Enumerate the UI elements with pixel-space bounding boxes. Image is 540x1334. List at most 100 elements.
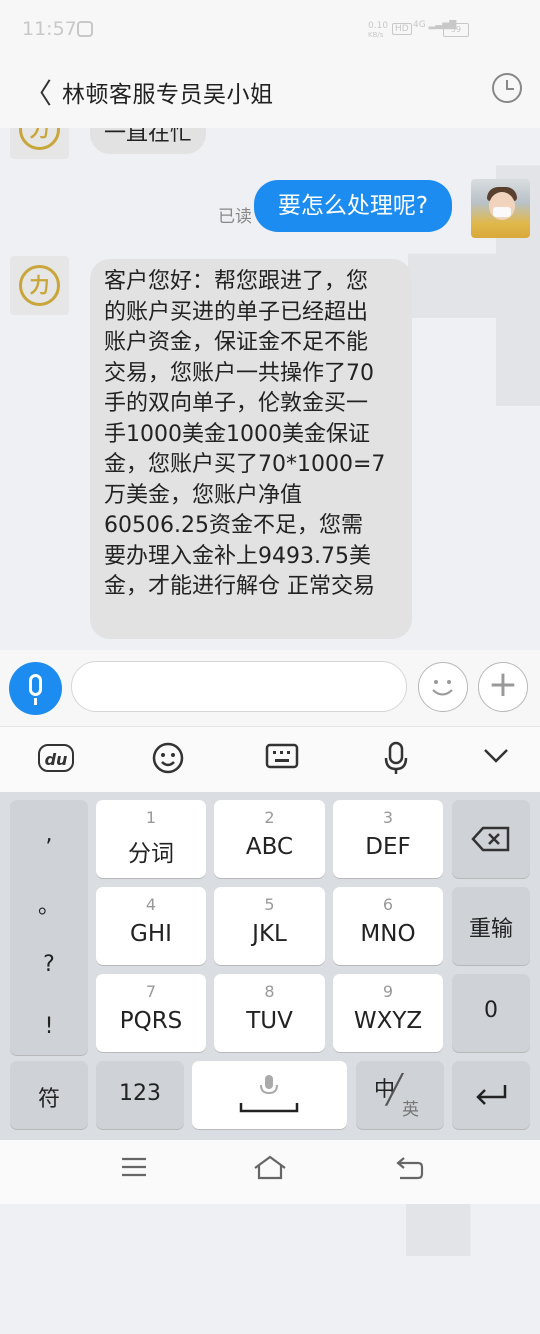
agent-avatar[interactable]: 力 <box>10 128 69 159</box>
status-time: 11:57 <box>22 18 77 40</box>
home-icon[interactable] <box>252 1154 288 1189</box>
user-avatar[interactable] <box>471 179 530 238</box>
key-label: TUV <box>246 1008 293 1034</box>
mic-capsule <box>29 674 42 696</box>
punct-exclaim[interactable]: ! <box>10 1014 88 1039</box>
du-logo-icon[interactable]: du <box>38 744 74 772</box>
key-8[interactable]: 8 TUV <box>214 974 325 1052</box>
message-line: 60506.25资金不足，您需 <box>104 513 363 538</box>
key-5[interactable]: 5 JKL <box>214 887 325 965</box>
incoming-bubble[interactable]: 客户您好：帮您跟进了，您 的账户买进的单子已经超出 账户资金，保证金不足不能 交… <box>90 259 412 639</box>
lang-en: 英 <box>402 1100 419 1120</box>
keyboard: , 。 ? ! 1 分词 2 ABC 3 DEF 4 GHI 5 JKL 6 M… <box>0 792 540 1140</box>
microphone-icon[interactable] <box>9 662 62 715</box>
message-line: 客户您好：帮您跟进了，您 <box>104 269 369 294</box>
mic-stem <box>34 698 37 705</box>
battery-level: 59 <box>450 25 462 34</box>
agent-avatar[interactable]: 力 <box>10 256 69 315</box>
smiley-icon[interactable] <box>150 741 186 777</box>
back-glyph <box>396 1157 424 1180</box>
app-notification-icon <box>77 21 93 37</box>
smiley-glyph <box>432 680 453 696</box>
punct-question[interactable]: ? <box>10 952 88 977</box>
key-2[interactable]: 2 ABC <box>214 800 325 878</box>
lang-divider: ╱ <box>386 1073 403 1106</box>
message-input[interactable] <box>71 661 407 712</box>
du-logo-text: du <box>44 750 68 769</box>
key-label: 123 <box>119 1081 161 1106</box>
key-label: ABC <box>245 834 294 860</box>
keyboard-icon[interactable] <box>264 741 300 777</box>
punctuation-list[interactable]: , 。 ? ! <box>10 800 88 1055</box>
key-label: JKL <box>252 921 287 947</box>
numbers-key[interactable]: 123 <box>96 1061 184 1129</box>
key-9[interactable]: 9 WXYZ <box>333 974 443 1052</box>
reinput-key[interactable]: 重输 <box>452 887 530 965</box>
key-label: 分词 <box>128 841 174 867</box>
key-number: 8 <box>264 982 275 1001</box>
chat-area[interactable]: 力 一直在忙 已读 要怎么处理呢? 力 客户您好：帮您跟进了，您 的账户买进的单… <box>0 128 540 650</box>
agent-logo: 力 <box>19 265 60 306</box>
back-icon[interactable] <box>392 1154 426 1189</box>
key-label: WXYZ <box>353 1008 423 1034</box>
key-label: DEF <box>365 834 411 860</box>
status-bar: 11:57 0.10 KB/s HD 4G ▂▃▅▇ 59 <box>0 0 540 54</box>
hd-badge: HD <box>392 23 412 35</box>
key-number: 6 <box>382 895 394 914</box>
symbols-key[interactable]: 符 <box>10 1061 88 1129</box>
key-label: 重输 <box>468 917 513 942</box>
punct-period[interactable]: 。 <box>10 888 88 920</box>
message-text: 要怎么处理呢? <box>277 193 429 219</box>
chevron-down-icon[interactable] <box>478 741 514 777</box>
keyboard-glyph <box>265 743 299 769</box>
key-number: 2 <box>264 808 275 827</box>
incoming-bubble-partial[interactable]: 一直在忙 <box>90 128 207 154</box>
battery-icon: 59 <box>443 23 469 37</box>
chevron-left-icon[interactable]: 〈 <box>24 72 52 112</box>
avatar-mask <box>493 207 511 217</box>
message-line: 金，才能进行解仓 正常交易 <box>104 574 375 599</box>
agent-logo: 力 <box>19 128 60 150</box>
chat-header: 〈 林顿客服专员吴小姐 <box>0 54 540 128</box>
network-label: 4G <box>413 20 426 30</box>
backspace-key[interactable] <box>452 800 530 878</box>
message-line: 的账户买进的单子已经超出 <box>104 299 369 325</box>
message-line: 金，您账户买了70*1000=7 <box>104 452 386 477</box>
clock-icon[interactable] <box>492 73 522 103</box>
smiley-icon[interactable] <box>418 662 468 712</box>
space-key[interactable] <box>192 1061 347 1129</box>
menu-icon[interactable] <box>118 1154 150 1187</box>
message-line: 万美金，您账户净值 <box>104 482 303 508</box>
language-key[interactable]: 中 ╱ 英 <box>356 1061 444 1129</box>
message-line: 手1000美金1000美金保证 <box>104 421 370 447</box>
punct-comma[interactable]: , <box>10 822 88 847</box>
key-6[interactable]: 6 MNO <box>333 887 443 965</box>
enter-key[interactable] <box>452 1061 530 1129</box>
enter-icon <box>476 1085 507 1105</box>
microphone-icon[interactable] <box>378 741 414 777</box>
message-line: 账户资金，保证金不足不能 <box>104 330 369 355</box>
menu-glyph <box>122 1157 146 1177</box>
smiley-glyph <box>152 742 184 774</box>
read-status: 已读 <box>218 207 252 227</box>
key-4[interactable]: 4 GHI <box>96 887 206 965</box>
key-number: 4 <box>145 895 157 914</box>
outgoing-bubble[interactable]: 要怎么处理呢? <box>254 180 452 232</box>
message-line: 要办理入金补上9493.75美 <box>104 543 371 569</box>
key-number: 3 <box>382 808 394 827</box>
message-line: 手的双向单子，伦敦金买一 <box>104 391 369 416</box>
backspace-icon <box>471 826 510 852</box>
key-label: GHI <box>130 921 172 947</box>
key-number: 7 <box>145 982 157 1001</box>
key-7[interactable]: 7 PQRS <box>96 974 206 1052</box>
microphone-glyph <box>384 741 408 774</box>
key-1[interactable]: 1 分词 <box>96 800 206 878</box>
key-number: 9 <box>382 982 394 1001</box>
key-number: 5 <box>264 895 275 914</box>
plus-icon[interactable]: + <box>478 662 528 712</box>
key-label: MNO <box>360 921 416 947</box>
key-0[interactable]: 0 <box>452 974 530 1052</box>
chevron-glyph <box>484 749 508 763</box>
space-mic-icon <box>239 1075 299 1113</box>
key-3[interactable]: 3 DEF <box>333 800 443 878</box>
